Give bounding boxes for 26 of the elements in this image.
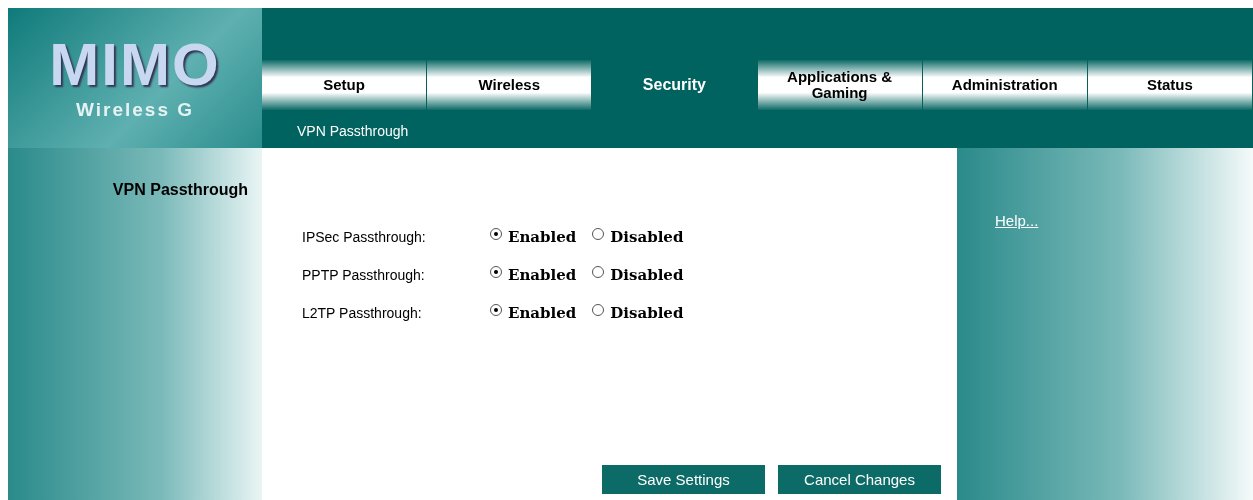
nav-tab[interactable]: Status bbox=[1087, 60, 1253, 110]
radio-option[interactable]: Enabled bbox=[490, 228, 577, 246]
radio-option[interactable]: Enabled bbox=[490, 304, 577, 322]
nav-tab[interactable]: Applications & Gaming bbox=[757, 60, 923, 110]
logo-title: MIMO bbox=[49, 35, 221, 95]
radio-button[interactable] bbox=[592, 304, 605, 316]
radio-button[interactable] bbox=[490, 304, 502, 316]
logo-subtitle: Wireless G bbox=[75, 99, 194, 121]
subnav-link[interactable]: VPN Passthrough bbox=[297, 123, 409, 139]
setting-label: IPSec Passthrough: bbox=[302, 229, 427, 245]
setting-label: PPTP Passthrough: bbox=[302, 267, 426, 283]
radio-button[interactable] bbox=[490, 266, 502, 278]
save-button[interactable]: Save Settings bbox=[602, 465, 765, 494]
radio-button[interactable] bbox=[592, 228, 605, 240]
cancel-button[interactable]: Cancel Changes bbox=[778, 465, 941, 494]
nav-tab[interactable]: Wireless bbox=[427, 60, 593, 110]
setting-label: L2TP Passthrough: bbox=[302, 305, 423, 321]
radio-option[interactable]: Disabled bbox=[592, 266, 684, 284]
radio-button[interactable] bbox=[592, 266, 605, 278]
radio-option[interactable]: Disabled bbox=[592, 228, 684, 246]
radio-option[interactable]: Disabled bbox=[592, 304, 684, 322]
radio-button[interactable] bbox=[490, 228, 502, 240]
radio-option[interactable]: Enabled bbox=[490, 266, 577, 284]
nav-tab[interactable]: Administration bbox=[922, 60, 1088, 110]
section-title: VPN Passthrough bbox=[112, 180, 249, 200]
nav-tab[interactable]: Setup bbox=[262, 60, 428, 110]
